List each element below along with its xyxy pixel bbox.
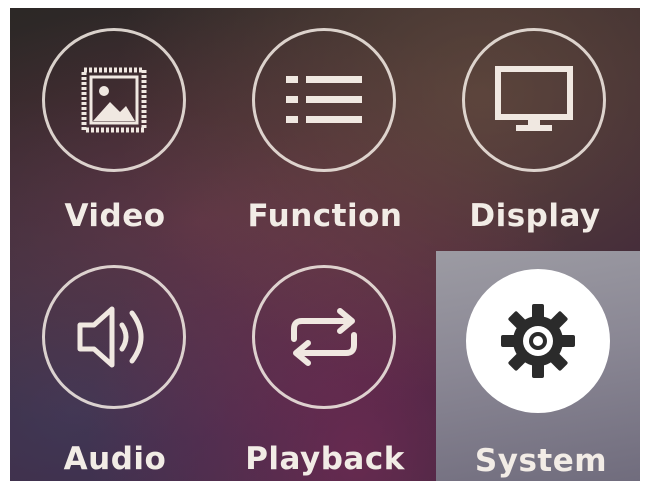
display-icon-circle xyxy=(462,28,606,172)
menu-item-system[interactable]: System xyxy=(436,251,640,481)
menu-item-label: Display xyxy=(469,198,601,234)
menu-item-label: Audio xyxy=(63,441,167,477)
menu-item-audio[interactable]: Audio xyxy=(10,245,220,481)
function-icon-circle xyxy=(252,28,396,172)
list-icon xyxy=(286,76,362,123)
menu-item-function[interactable]: Function xyxy=(220,8,430,244)
menu-item-video[interactable]: Video xyxy=(10,8,220,244)
menu-item-playback[interactable]: Playback xyxy=(220,245,430,481)
monitor-icon xyxy=(495,66,573,131)
menu-item-label: Function xyxy=(247,198,403,234)
audio-icon-circle xyxy=(42,265,186,409)
menu-item-label: System xyxy=(474,443,608,479)
repeat-icon xyxy=(291,308,357,366)
speaker-icon xyxy=(77,306,144,368)
menu-item-label: Playback xyxy=(245,441,405,477)
menu-item-display[interactable]: Display xyxy=(430,8,640,244)
system-icon-circle xyxy=(466,269,610,413)
gear-icon xyxy=(501,304,575,378)
picture-icon xyxy=(81,67,147,133)
playback-icon-circle xyxy=(252,265,396,409)
menu-item-label: Video xyxy=(64,198,166,234)
settings-menu-screen: Video Function Display Audio Playback Sy… xyxy=(10,8,640,481)
video-icon-circle xyxy=(42,28,186,172)
